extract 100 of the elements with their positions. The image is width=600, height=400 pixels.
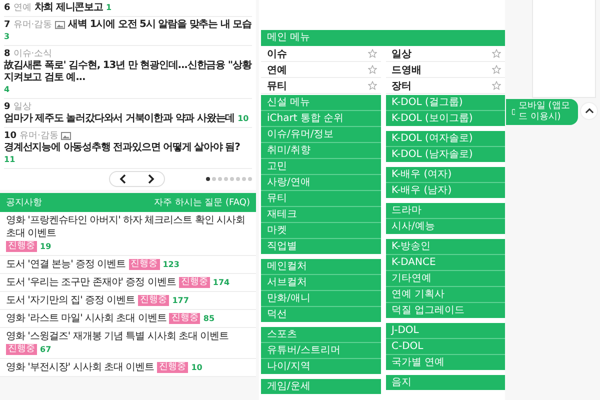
image-icon	[55, 21, 66, 29]
favorite-item[interactable]: 연예	[261, 62, 380, 78]
menu-item[interactable]: 메인컬처	[261, 259, 380, 275]
mobile-mode-button[interactable]: 모바일 (앱모드 이용시)	[506, 99, 578, 125]
star-icon[interactable]	[368, 81, 376, 90]
page-dot[interactable]	[218, 177, 222, 181]
post-title-link[interactable]: 차희 제니콘보고	[34, 2, 103, 14]
page-dot[interactable]	[212, 177, 216, 181]
comment-count: 85	[203, 313, 215, 325]
menu-item[interactable]: 고민	[261, 159, 380, 175]
comment-count: 3	[4, 31, 10, 43]
favorite-item[interactable]: 장터	[386, 78, 505, 94]
status-badge: 진행중	[6, 344, 37, 355]
menu-item[interactable]: 음지	[386, 375, 505, 390]
notice-link[interactable]: 영화 '라스트 마일' 시사회 초대 이벤트	[6, 312, 166, 325]
favorite-item[interactable]: 일상	[386, 46, 505, 62]
menu-item[interactable]: 덕질 업그레이드	[386, 303, 505, 318]
menu-label: 연예	[267, 64, 287, 76]
menu-item[interactable]: K-배우 (남자)	[386, 183, 505, 198]
menu-item[interactable]: J-DOL	[386, 323, 505, 339]
menu-item[interactable]: 취미/취향	[261, 143, 380, 159]
menu-item[interactable]: 사랑/연애	[261, 175, 380, 191]
notice-link[interactable]: 영화 '프랑켄슈타인 아버지' 하자 체크리스트 확인 시사회 초대 이벤트	[6, 214, 250, 240]
menu-label: 뮤티	[267, 80, 287, 92]
menu-item[interactable]: 신설 메뉴	[261, 95, 380, 111]
menu-item[interactable]: 서브컬처	[261, 275, 380, 291]
image-icon	[61, 132, 72, 140]
post-category: 연예	[13, 2, 32, 14]
comment-count: 174	[212, 277, 230, 289]
notice-link[interactable]: 도서 '자기만의 집' 증정 이벤트	[6, 294, 136, 307]
caret-up-icon	[584, 108, 594, 114]
notice-link[interactable]: 영화 '부전시장' 시사회 초대 이벤트	[6, 361, 154, 374]
menu-item[interactable]: 나이/지역	[261, 359, 380, 374]
page-dot[interactable]	[230, 177, 234, 181]
page-dot[interactable]	[206, 177, 210, 181]
menu-item[interactable]: 시사/예능	[386, 219, 505, 234]
menu-item[interactable]: 직업별	[261, 239, 380, 254]
post-title-link[interactable]: 엄마가 제주도 놀러갔다와서 거북이한과 약과 사왔는데	[4, 113, 235, 125]
menu-item[interactable]: C-DOL	[386, 339, 505, 355]
star-icon[interactable]	[492, 65, 501, 74]
favorite-item[interactable]: 드영배	[386, 62, 505, 78]
comment-count: 1	[106, 2, 112, 14]
menu-item[interactable]: 게임/운세	[261, 379, 380, 394]
comment-count: 67	[40, 344, 52, 356]
page-dot[interactable]	[248, 177, 252, 181]
rank-number: 6	[4, 2, 10, 14]
menu-item[interactable]: 마켓	[261, 223, 380, 239]
comment-count: 10	[238, 113, 249, 125]
post-title-link[interactable]: 경계선지능에 아동성추행 전과있으면 어떻게 살아야 됨?	[4, 142, 240, 154]
notice-link[interactable]: 영화 '스윙걸즈' 재개봉 기념 특별 시사회 초대 이벤트	[6, 330, 229, 343]
menu-item[interactable]: K-DOL (보이그룹)	[386, 111, 505, 126]
notice-link[interactable]: 도서 '연결 본능' 증정 이벤트	[6, 258, 126, 271]
menu-item[interactable]: 기타연예	[386, 271, 505, 287]
menu-label: 이슈	[267, 48, 287, 60]
menu-item[interactable]: 국가별 연예	[386, 355, 505, 370]
favorite-item[interactable]: 이슈	[261, 46, 380, 62]
menu-item[interactable]: 뮤티	[261, 191, 380, 207]
menu-item[interactable]: 덕선	[261, 307, 380, 322]
scroll-top-button[interactable]	[580, 102, 598, 120]
post-category: 유머·감동	[20, 130, 58, 142]
post-title-link[interactable]: 새벽 1시에 오전 5시 알람을 맞추는 내 모습	[68, 19, 252, 31]
rank-number: 7	[4, 19, 10, 31]
post-category: 이슈·소식	[13, 48, 52, 60]
star-icon[interactable]	[368, 49, 376, 58]
menu-label: 장터	[392, 80, 412, 92]
star-icon[interactable]	[368, 65, 376, 74]
menu-item[interactable]: 스포츠	[261, 327, 380, 343]
page-dot[interactable]	[224, 177, 228, 181]
menu-item[interactable]: 이슈/유머/정보	[261, 127, 380, 143]
status-badge: 진행중	[6, 241, 37, 252]
menu-item[interactable]: K-방송인	[386, 239, 505, 255]
menu-item[interactable]: K-DOL (남자솔로)	[386, 147, 505, 162]
comment-count: 177	[172, 295, 189, 307]
menu-item[interactable]: 유튜버/스트리머	[261, 343, 380, 359]
notice-link[interactable]: 도서 '우리는 조구만 존재야' 증정 이벤트	[6, 276, 176, 289]
status-badge: 진행중	[178, 277, 210, 288]
menu-item[interactable]: K-DOL (여자솔로)	[386, 131, 505, 147]
page-dot[interactable]	[236, 177, 240, 181]
menu-item[interactable]: 연예 기획사	[386, 287, 505, 303]
menu-label: 드영배	[392, 64, 422, 76]
menu-item[interactable]: iChart 통합 순위	[261, 111, 380, 127]
page-dot[interactable]	[242, 177, 246, 181]
menu-title: 메인 메뉴	[267, 32, 310, 43]
menu-item[interactable]: 드라마	[386, 203, 505, 219]
post-category: 유머·감동	[13, 19, 52, 31]
faq-link[interactable]: 자주 하시는 질문 (FAQ)	[154, 196, 250, 209]
phone-icon	[512, 107, 516, 117]
star-icon[interactable]	[492, 49, 501, 58]
rank-number: 10	[4, 130, 17, 142]
comment-count: 11	[4, 154, 16, 166]
status-badge: 진행중	[138, 295, 170, 306]
menu-item[interactable]: K-배우 (여자)	[386, 167, 505, 183]
star-icon[interactable]	[492, 81, 501, 90]
menu-item[interactable]: K-DOL (걸그룹)	[386, 95, 505, 111]
menu-item[interactable]: K-DANCE	[386, 255, 505, 271]
post-title-link[interactable]: 故김새론 폭로' 김수현, 13년 만 현광인데...신한금융 "상황 지켜보고 검토 예...	[4, 60, 252, 84]
favorite-item[interactable]: 뮤티	[261, 78, 380, 94]
menu-item[interactable]: 만화/애니	[261, 291, 380, 307]
comment-count: 19	[40, 241, 52, 253]
menu-item[interactable]: 재테크	[261, 207, 380, 223]
